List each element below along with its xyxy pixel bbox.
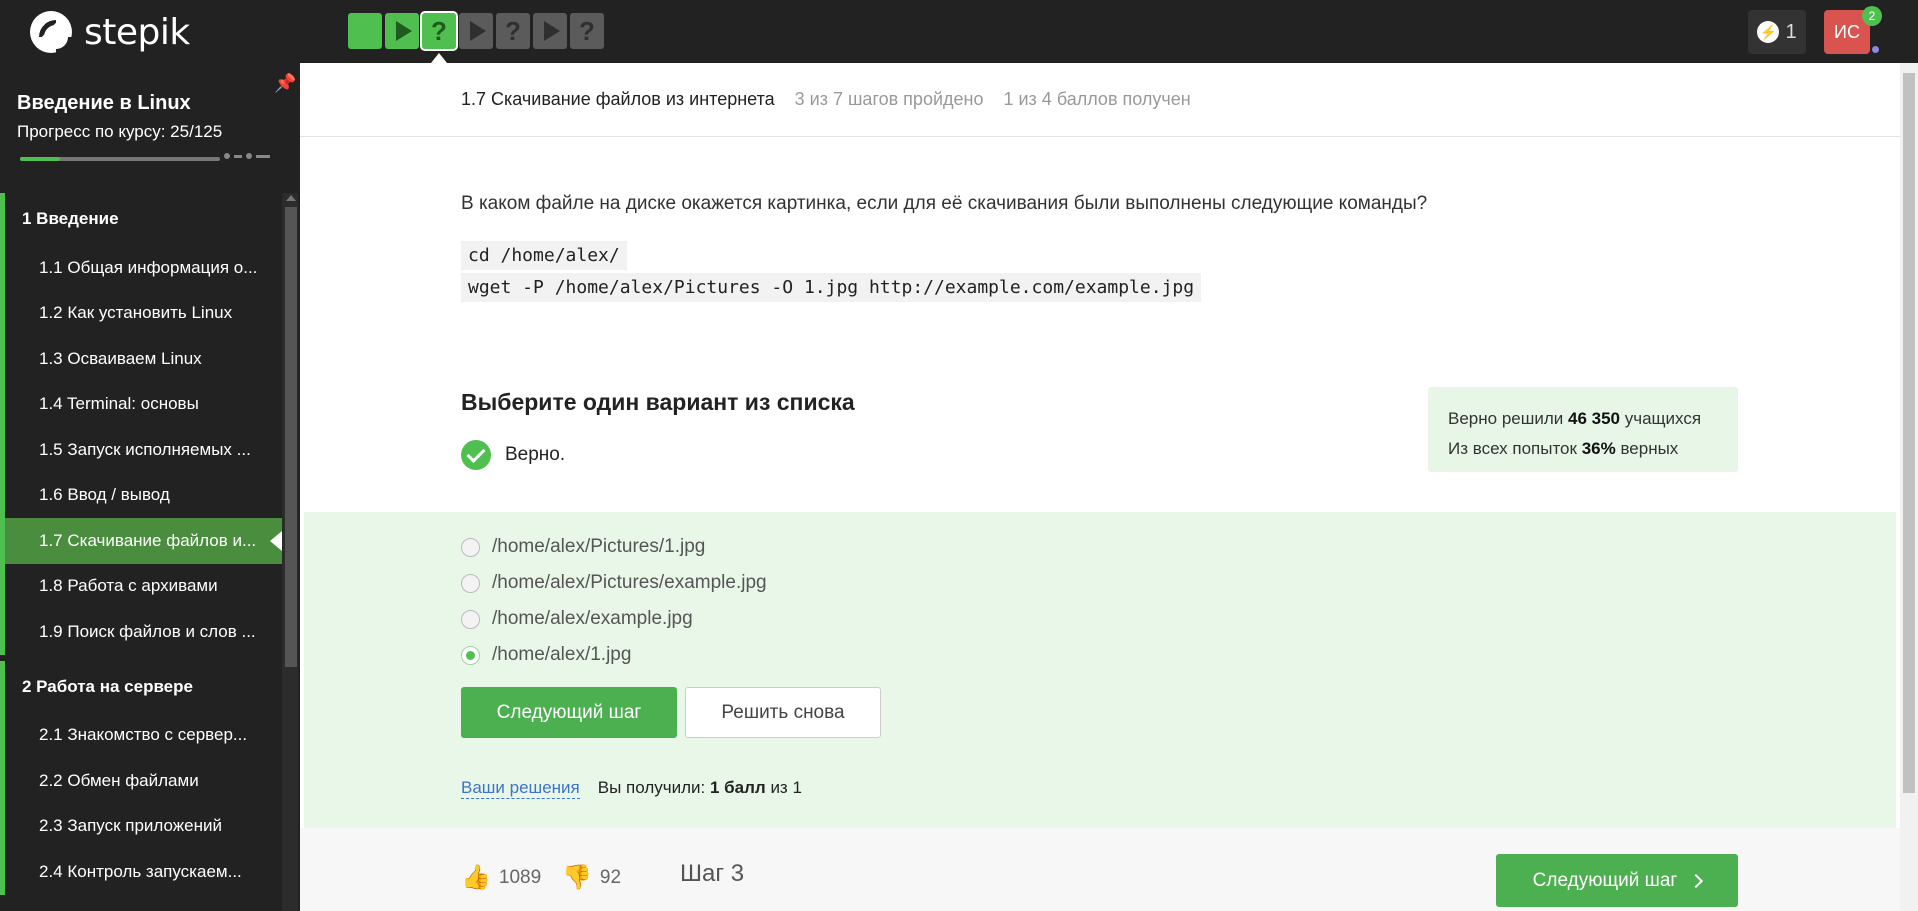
option-4-selected[interactable]: /home/alex/1.jpg: [461, 644, 631, 666]
option-3[interactable]: /home/alex/example.jpg: [461, 608, 693, 630]
pin-icon[interactable]: 📌: [274, 73, 296, 94]
solved-count: 46 350: [1568, 409, 1621, 428]
radio-button[interactable]: [461, 609, 480, 629]
option-1[interactable]: /home/alex/Pictures/1.jpg: [461, 536, 705, 558]
radio-button[interactable]: [461, 573, 480, 593]
sidebar-scroll-thumb[interactable]: [285, 207, 297, 667]
table-of-contents: 1 Введение 1.1 Общая информация о... 1.2…: [0, 193, 282, 911]
step-6-button[interactable]: [533, 13, 567, 49]
option-label: /home/alex/Pictures/1.jpg: [492, 536, 706, 557]
solutions-row: Ваши решения Вы получили: 1 балл из 1: [461, 778, 802, 799]
retry-button[interactable]: Решить снова: [685, 687, 881, 738]
steps-progress: 3 из 7 шагов пройдено: [794, 89, 984, 109]
stats-line-2: Из всех попыток 36% верных: [1448, 439, 1679, 458]
course-progress-label: Прогресс по курсу: 25/125: [17, 122, 223, 141]
question-icon: ?: [431, 15, 447, 46]
course-progress-fill: [20, 157, 60, 161]
question-text: В каком файле на диске окажется картинка…: [461, 193, 1428, 214]
energy-count: 1: [1785, 20, 1797, 43]
dislike-button[interactable]: 👎 92: [562, 863, 621, 892]
option-label: /home/alex/example.jpg: [492, 608, 693, 629]
lesson-2-2[interactable]: 2.2 Обмен файлами: [0, 758, 282, 804]
lightning-icon: ⚡: [1757, 21, 1780, 43]
footer-next-step-label: Следующий шаг: [1532, 869, 1678, 891]
step-1-button[interactable]: [348, 13, 382, 49]
step-7-button[interactable]: ?: [570, 13, 604, 49]
step-navigation: ? ? ?: [348, 11, 604, 63]
code-line-1: cd /home/alex/: [461, 241, 627, 270]
code-line-2: wget -P /home/alex/Pictures -O 1.jpg htt…: [461, 273, 1202, 302]
result-text: Верно.: [505, 444, 566, 465]
step-3-button[interactable]: ?: [420, 11, 458, 63]
score-text: Вы получили: 1 балл из 1: [597, 778, 802, 797]
lesson-header: 1.7 Скачивание файлов из интернета 3 из …: [300, 63, 1900, 137]
lesson-1-2[interactable]: 1.2 Как установить Linux: [0, 290, 282, 336]
option-label: /home/alex/Pictures/example.jpg: [492, 572, 767, 593]
option-2[interactable]: /home/alex/Pictures/example.jpg: [461, 572, 767, 594]
lesson-1-5[interactable]: 1.5 Запуск исполняемых ...: [0, 427, 282, 473]
solve-stats: Верно решили 46 350 учащихся Из всех поп…: [1428, 387, 1738, 472]
points-progress: 1 из 4 баллов получен: [1003, 89, 1191, 109]
question-icon: ?: [505, 15, 521, 46]
page-scroll-thumb[interactable]: [1903, 73, 1915, 793]
lesson-1-1[interactable]: 1.1 Общая информация о...: [0, 245, 282, 291]
option-label: /home/alex/1.jpg: [492, 644, 632, 665]
course-progress-bar: [20, 157, 220, 161]
lesson-1-8[interactable]: 1.8 Работа с архивами: [0, 563, 282, 609]
next-step-button[interactable]: Следующий шаг: [461, 687, 677, 738]
status-dot: [1870, 44, 1881, 55]
sidebar-scrollbar[interactable]: [282, 193, 298, 911]
logo-text: stepik: [84, 11, 190, 53]
step-number: Шаг 3: [680, 860, 745, 887]
chevron-right-icon: [1689, 873, 1704, 888]
stepik-logo-icon: [30, 11, 72, 53]
module-2[interactable]: 2 Работа на сервере: [0, 660, 282, 713]
module-1[interactable]: 1 Введение: [0, 193, 282, 245]
lesson-1-4[interactable]: 1.4 Terminal: основы: [0, 381, 282, 427]
course-sidebar: Введение в Linux 📌 Прогресс по курсу: 25…: [0, 63, 300, 911]
lesson-2-3[interactable]: 2.3 Запуск приложений: [0, 803, 282, 849]
play-icon: [543, 21, 560, 41]
top-bar: stepik ? ? ? ⚡ 1 ИС 2: [0, 0, 1918, 63]
step-5-button[interactable]: ?: [496, 13, 530, 49]
play-icon: [469, 21, 486, 41]
lesson-1-9[interactable]: 1.9 Поиск файлов и слов ...: [0, 609, 282, 655]
your-solutions-link[interactable]: Ваши решения: [461, 778, 580, 799]
radio-button[interactable]: [461, 537, 480, 557]
course-title[interactable]: Введение в Linux: [17, 92, 191, 115]
play-icon: [395, 21, 412, 41]
progress-markers: [224, 153, 270, 159]
thumbs-down-icon: 👎: [562, 864, 592, 891]
dislike-count: 92: [599, 866, 622, 888]
like-count: 1089: [498, 866, 542, 888]
stepik-logo[interactable]: stepik: [30, 10, 190, 54]
stats-line-1: Верно решили 46 350 учащихся: [1448, 409, 1702, 428]
step-2-button[interactable]: [385, 13, 419, 49]
lesson-2-4[interactable]: 2.4 Контроль запускаем...: [0, 849, 282, 895]
like-button[interactable]: 👍 1089: [461, 863, 541, 892]
check-circle-icon: [461, 440, 491, 470]
radio-button-selected[interactable]: [461, 645, 480, 665]
lesson-1-3[interactable]: 1.3 Осваиваем Linux: [0, 336, 282, 382]
scroll-up-icon[interactable]: [286, 195, 296, 201]
question-icon: ?: [579, 15, 595, 46]
step-4-button[interactable]: [459, 13, 493, 49]
page-scrollbar[interactable]: [1900, 63, 1918, 911]
lesson-2-1[interactable]: 2.1 Знакомство с сервер...: [0, 712, 282, 758]
lesson-1-6[interactable]: 1.6 Ввод / вывод: [0, 472, 282, 518]
lesson-1-7-active[interactable]: 1.7 Скачивание файлов и...: [0, 518, 282, 564]
score-value: 1 балл: [709, 778, 766, 797]
main-content: 1.7 Скачивание файлов из интернета 3 из …: [300, 63, 1900, 911]
notification-badge: 2: [1862, 6, 1882, 26]
result-status: Верно.: [461, 440, 565, 470]
thumbs-up-icon: 👍: [461, 864, 491, 891]
correct-percent: 36%: [1581, 439, 1616, 458]
energy-button[interactable]: ⚡ 1: [1748, 10, 1806, 54]
task-title: Выберите один вариант из списка: [461, 389, 855, 415]
lesson-title: 1.7 Скачивание файлов из интернета: [461, 89, 775, 109]
footer-next-step-button[interactable]: Следующий шаг: [1496, 854, 1738, 907]
